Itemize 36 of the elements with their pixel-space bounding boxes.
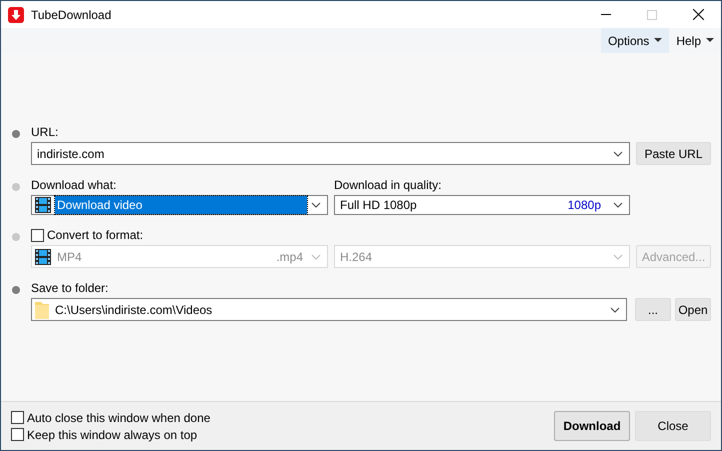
- checkbox[interactable]: [11, 411, 24, 424]
- minimize-icon: [601, 14, 611, 15]
- app-logo-icon: [8, 6, 24, 22]
- quality-dropdown[interactable]: Full HD 1080p 1080p: [334, 195, 630, 215]
- caret-icon: [706, 38, 714, 43]
- download-button[interactable]: Download: [554, 411, 630, 441]
- menu-item[interactable]: Options: [600, 28, 670, 53]
- chevron-down-icon: [311, 254, 321, 260]
- film-icon: [35, 197, 51, 213]
- chevron-down-icon: [613, 202, 623, 208]
- chevron-down-icon: [613, 254, 623, 260]
- chevron-down-icon: [613, 150, 623, 156]
- caret-icon: [654, 38, 662, 43]
- field-label: Download in quality:: [334, 178, 442, 192]
- window-title: TubeDownload: [31, 8, 112, 22]
- film-icon: [35, 248, 51, 264]
- maximize-icon: [647, 10, 657, 20]
- checkbox[interactable]: [11, 428, 24, 441]
- checkbox-label: Keep this window always on top: [27, 428, 198, 442]
- paste-url-button[interactable]: Paste URL: [636, 142, 711, 165]
- checkbox-label: Convert to format:: [47, 228, 144, 242]
- open-button[interactable]: Open: [675, 298, 711, 321]
- field-label: Save to folder:: [31, 281, 110, 295]
- chevron-down-icon: [610, 306, 620, 312]
- browse-button[interactable]: ...: [635, 298, 671, 321]
- checkbox-label: Auto close this window when done: [27, 410, 210, 424]
- field-label: Download what:: [31, 178, 118, 192]
- chevron-down-icon: [311, 202, 321, 208]
- url-field[interactable]: indiriste.com: [31, 142, 630, 165]
- field-label: URL:: [31, 125, 60, 139]
- close-icon: [692, 9, 704, 20]
- folder-icon: [35, 300, 49, 318]
- download-type-dropdown[interactable]: Download video: [31, 195, 328, 215]
- folder-dropdown[interactable]: C:\Users\indiriste.com\Videos: [31, 298, 627, 321]
- close-dialog-button[interactable]: Close: [635, 411, 711, 441]
- menu-item[interactable]: Help: [669, 28, 721, 53]
